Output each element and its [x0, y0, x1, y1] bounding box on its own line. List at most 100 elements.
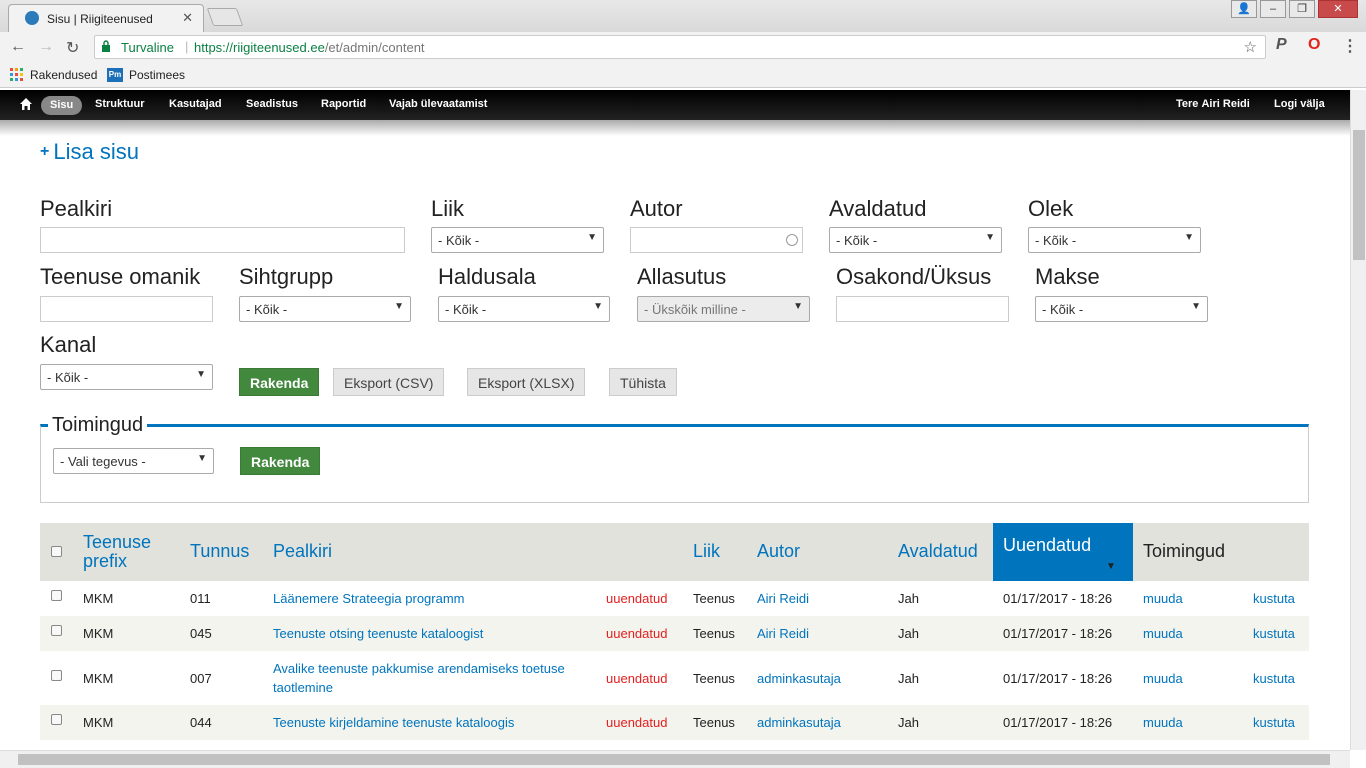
browser-tab[interactable]: Sisu | Riigiteenused ✕ — [8, 4, 204, 32]
th-liik[interactable]: Liik — [693, 541, 720, 562]
secure-label: Turvaline — [121, 40, 174, 55]
status-badge: uuendatud — [606, 626, 668, 641]
makse-select[interactable]: - Kõik - ▼ — [1035, 296, 1208, 322]
th-avaldatud[interactable]: Avaldatud — [898, 541, 978, 562]
haldusala-select[interactable]: - Kõik - ▼ — [438, 296, 610, 322]
forward-icon[interactable]: → — [38, 38, 54, 56]
th-autor[interactable]: Autor — [757, 541, 800, 562]
toolbar-item-seadistus[interactable]: Seadistus — [246, 98, 298, 110]
opera-extension-icon[interactable]: O — [1308, 36, 1320, 54]
chevron-down-icon: ▼ — [587, 232, 597, 243]
profile-icon[interactable]: 👤 — [1231, 0, 1257, 18]
row-checkbox[interactable] — [51, 670, 62, 681]
filter-label-sihtgrupp: Sihtgrupp — [239, 264, 334, 289]
bulk-apply-button[interactable]: Rakenda — [240, 447, 321, 475]
bulk-action-select[interactable]: - Vali tegevus - ▼ — [53, 448, 214, 474]
edit-link[interactable]: muuda — [1143, 626, 1183, 641]
drupal-favicon-icon — [25, 11, 39, 25]
menu-icon[interactable]: ⋮ — [1342, 36, 1358, 56]
osakond-input[interactable] — [836, 296, 1009, 322]
logout-link[interactable]: Logi välja — [1274, 98, 1325, 110]
th-uuendatud[interactable]: Uuendatud ▼ — [993, 523, 1133, 581]
home-icon[interactable] — [19, 97, 33, 111]
filter-label-teenuse-omanik: Teenuse omanik — [40, 264, 201, 289]
author-link[interactable]: adminkasutaja — [757, 671, 841, 686]
author-link[interactable]: Airi Reidi — [757, 626, 809, 641]
add-content-link[interactable]: + Lisa sisu — [40, 139, 139, 165]
tab-close-icon[interactable]: ✕ — [182, 10, 193, 26]
author-link[interactable]: adminkasutaja — [757, 715, 841, 730]
toolbar-item-struktuur[interactable]: Struktuur — [95, 98, 145, 110]
table-row: MKM 045 Teenuste otsing teenuste kataloo… — [40, 616, 1309, 651]
row-checkbox[interactable] — [51, 714, 62, 725]
edit-link[interactable]: muuda — [1143, 591, 1183, 606]
row-title-link[interactable]: Läänemere Strateegia programm — [273, 591, 465, 606]
th-tunnus[interactable]: Tunnus — [190, 541, 249, 562]
horizontal-scrollbar[interactable] — [0, 750, 1350, 768]
liik-select[interactable]: - Kõik - ▼ — [431, 227, 604, 253]
bookmark-star-icon[interactable]: ☆ — [1244, 38, 1257, 56]
sihtgrupp-select[interactable]: - Kõik - ▼ — [239, 296, 411, 322]
th-pealkiri[interactable]: Pealkiri — [273, 541, 332, 562]
filter-label-autor: Autor — [630, 196, 683, 221]
export-csv-button[interactable]: Eksport (CSV) — [333, 368, 445, 396]
th-teenuse-prefix[interactable]: Teenuse prefix — [83, 533, 173, 571]
row-title-link-line2[interactable]: taotlemine — [273, 680, 333, 695]
vertical-scroll-thumb[interactable] — [1353, 130, 1365, 260]
row-checkbox[interactable] — [51, 625, 62, 636]
minimize-button[interactable]: – — [1260, 0, 1286, 18]
toolbar-item-vajab-ulevaatamist[interactable]: Vajab ülevaatamist — [389, 98, 487, 110]
url-field[interactable]: Turvaline | https://riigiteenused.ee/et/… — [94, 35, 1266, 59]
delete-link[interactable]: kustuta — [1253, 715, 1295, 730]
status-badge: uuendatud — [606, 591, 668, 606]
row-title-link[interactable]: Avalike teenuste pakkumise arendamiseks … — [273, 661, 565, 676]
toolbar-item-sisu[interactable]: Sisu — [41, 96, 83, 115]
row-title-link[interactable]: Teenuste kirjeldamine teenuste kataloogi… — [273, 715, 514, 730]
kanal-select[interactable]: - Kõik - ▼ — [40, 364, 213, 390]
row-title-link[interactable]: Teenuste otsing teenuste kataloogist — [273, 626, 483, 641]
paypal-extension-icon[interactable]: P — [1276, 36, 1287, 54]
bookmark-postimees[interactable]: Pm Postimees — [107, 68, 185, 82]
delete-link[interactable]: kustuta — [1253, 591, 1295, 606]
apply-filters-button[interactable]: Rakenda — [239, 368, 320, 396]
table-row: MKM 011 Läänemere Strateegia programm uu… — [40, 581, 1309, 616]
autocomplete-throbber-icon — [786, 234, 798, 246]
postimees-icon: Pm — [107, 68, 123, 82]
chevron-down-icon: ▼ — [1191, 301, 1201, 312]
export-xlsx-button[interactable]: Eksport (XLSX) — [467, 368, 586, 396]
autor-input[interactable] — [630, 227, 803, 253]
user-greeting: Tere Airi Reidi — [1176, 98, 1250, 110]
sort-descending-icon: ▼ — [1106, 561, 1116, 572]
edit-link[interactable]: muuda — [1143, 671, 1183, 686]
toolbar-item-kasutajad[interactable]: Kasutajad — [169, 98, 222, 110]
vertical-scrollbar[interactable] — [1350, 90, 1366, 750]
table-row: MKM 007 Avalike teenuste pakkumise arend… — [40, 651, 1309, 705]
avaldatud-select[interactable]: - Kõik - ▼ — [829, 227, 1002, 253]
status-badge: uuendatud — [606, 671, 668, 686]
table-row: MKM 044 Teenuste kirjeldamine teenuste k… — [40, 705, 1309, 740]
reload-icon[interactable]: ↻ — [66, 38, 79, 58]
olek-select[interactable]: - Kõik - ▼ — [1028, 227, 1201, 253]
window-close-button[interactable]: ✕ — [1318, 0, 1358, 18]
chevron-down-icon: ▼ — [593, 301, 603, 312]
back-icon[interactable]: ← — [10, 38, 26, 56]
row-checkbox[interactable] — [51, 590, 62, 601]
edit-link[interactable]: muuda — [1143, 715, 1183, 730]
bookmark-rakendused[interactable]: Rakendused — [10, 68, 97, 82]
reset-filters-button[interactable]: Tühista — [609, 368, 677, 396]
address-bar: ← → ↻ Turvaline | https://riigiteenused.… — [0, 32, 1366, 62]
teenuse-omanik-input[interactable] — [40, 296, 213, 322]
pealkiri-input[interactable] — [40, 227, 405, 253]
toolbar-item-raportid[interactable]: Raportid — [321, 98, 366, 110]
delete-link[interactable]: kustuta — [1253, 626, 1295, 641]
new-tab-button[interactable] — [206, 8, 244, 26]
delete-link[interactable]: kustuta — [1253, 671, 1295, 686]
bookmarks-bar: Rakendused Pm Postimees — [0, 62, 1366, 88]
select-all-checkbox[interactable] — [51, 546, 62, 557]
horizontal-scroll-thumb[interactable] — [18, 754, 1330, 765]
chevron-down-icon: ▼ — [394, 301, 404, 312]
plus-icon: + — [40, 143, 50, 160]
author-link[interactable]: Airi Reidi — [757, 591, 809, 606]
filter-label-allasutus: Allasutus — [637, 264, 727, 289]
restore-button[interactable]: ❐ — [1289, 0, 1315, 18]
